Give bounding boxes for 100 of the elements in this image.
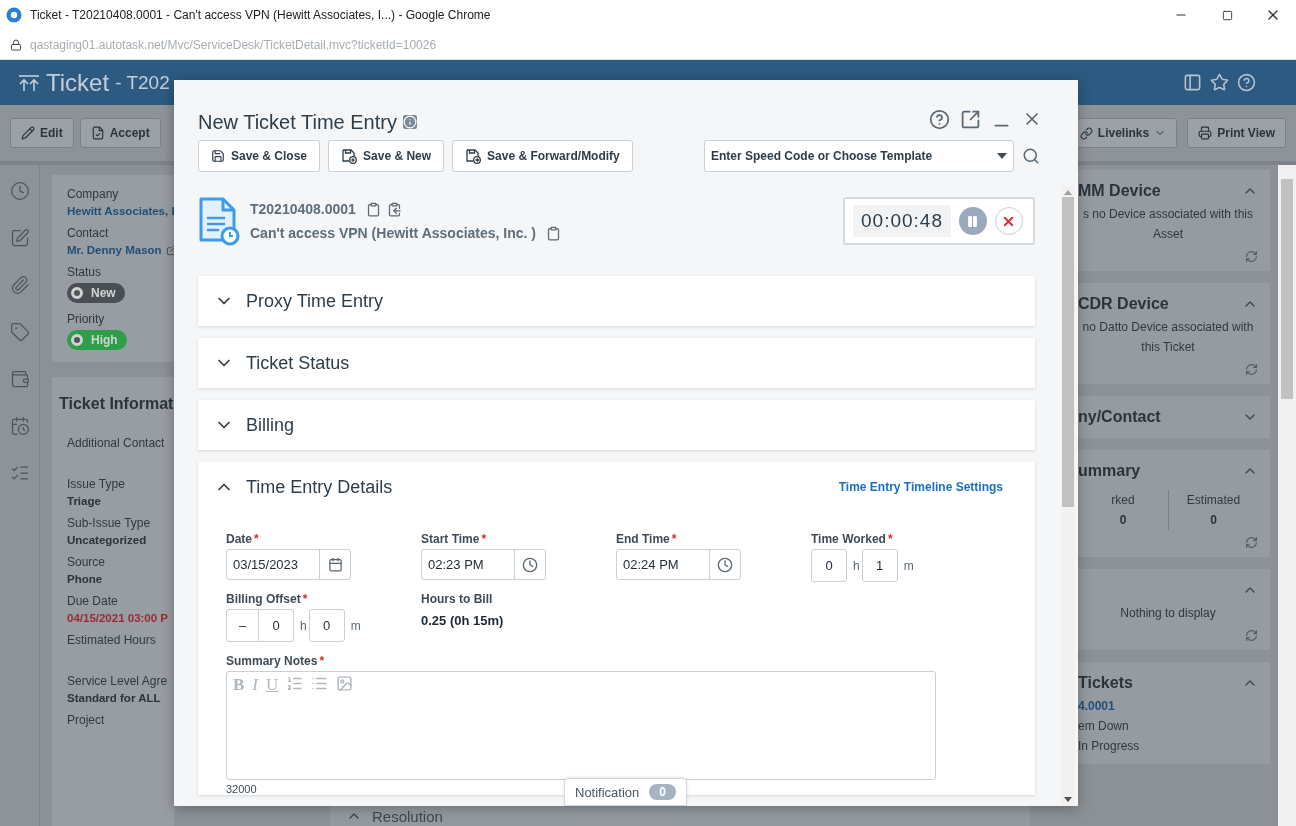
ticket-title: Can't access VPN (Hewitt Associates, Inc. ) [250, 225, 537, 241]
edit-icon[interactable] [9, 228, 30, 248]
field-value: Uncategorized [67, 534, 148, 546]
popout-icon[interactable] [960, 108, 981, 130]
hours-field[interactable]: 0 [259, 609, 294, 642]
time-document-icon [198, 196, 240, 246]
calendar-clock-icon[interactable] [9, 416, 30, 436]
card-title: CDR Device [1078, 295, 1169, 313]
field-value: Phone [67, 573, 104, 585]
search-icon[interactable] [1022, 147, 1040, 165]
info-icon[interactable] [402, 115, 417, 129]
timer-display: 00:00:48 [853, 205, 951, 237]
clipboard-icon[interactable] [365, 201, 381, 217]
refresh-icon[interactable] [1245, 250, 1258, 263]
section-title[interactable]: Ticket Status [246, 352, 350, 374]
card-title: ny/Contact [1078, 408, 1161, 426]
time-field[interactable]: 02:24 PM [616, 549, 741, 580]
paperclip-icon[interactable] [9, 275, 30, 295]
hours-field[interactable]: 0 [811, 549, 847, 582]
template-select[interactable]: Enter Speed Code or Choose Template [704, 140, 1014, 172]
stop-button[interactable] [994, 207, 1023, 235]
toolbar-button[interactable]: Edit [10, 118, 74, 148]
field-label: Issue Type [67, 477, 126, 491]
notification-tab[interactable]: Notification 0 [564, 778, 687, 806]
hours-value: 0.25 (0h 15m) [421, 613, 505, 628]
app-logo-icon [6, 7, 22, 23]
field-label: Priority [67, 312, 106, 326]
refresh-icon[interactable] [1245, 363, 1258, 376]
save-icon [211, 149, 225, 163]
tag-icon[interactable] [9, 322, 30, 342]
field-label: Billing Offset * [226, 592, 309, 606]
field-label: Date * [226, 532, 260, 546]
numbered-list-icon[interactable] [286, 675, 304, 692]
stat-label: Estimated [1186, 492, 1241, 509]
pause-button[interactable] [958, 207, 987, 235]
field-label: Start Time * [421, 532, 488, 546]
save-forward-icon [465, 148, 482, 164]
field-label: Estimated Hours [67, 633, 157, 647]
message-text: Asset [1152, 226, 1184, 243]
settings-link[interactable]: Time Entry Timeline Settings [838, 480, 1003, 494]
minutes-field[interactable]: 0 [308, 609, 345, 642]
card-title: ummary [1078, 462, 1141, 480]
collapse-icon[interactable] [18, 73, 40, 92]
save-plus-icon [341, 148, 358, 164]
clock-icon[interactable] [717, 556, 733, 573]
sign-toggle[interactable]: – [226, 609, 259, 642]
caret-icon [997, 153, 1007, 159]
section-title[interactable]: Time Entry Details [246, 476, 393, 498]
edit-icon[interactable] [165, 244, 174, 256]
time-field[interactable]: 02:23 PM [421, 549, 546, 580]
save-button[interactable]: Save & New [328, 140, 445, 172]
calendar-icon[interactable] [327, 557, 343, 572]
maximize-icon[interactable] [1221, 9, 1233, 21]
ticket-number: T20210408.0001 [250, 201, 356, 217]
clock-icon[interactable] [9, 181, 30, 201]
stat-value: 0 [1210, 512, 1217, 529]
bullet-list-icon[interactable] [311, 675, 329, 692]
toolbar-button[interactable]: Accept [79, 118, 161, 148]
printer-icon [1198, 126, 1213, 140]
card-title: Tickets [1078, 674, 1133, 692]
date-field[interactable]: 03/15/2023 [226, 549, 351, 580]
field-label: Project [67, 713, 106, 727]
panel-icon[interactable] [1183, 73, 1202, 92]
card-title: MM Device [1078, 182, 1161, 200]
ticket-subtitle: - T202 [115, 71, 170, 94]
image-icon[interactable] [336, 675, 354, 692]
field-label: Sub-Issue Type [67, 516, 152, 530]
link-icon [1079, 126, 1093, 140]
field-label: Due Date [67, 594, 119, 608]
field-label: Service Level Agre [67, 674, 169, 688]
save-button[interactable]: Save & Close [198, 140, 321, 172]
count-badge: 0 [649, 784, 676, 800]
refresh-icon[interactable] [1245, 629, 1258, 642]
field-label: Company [67, 187, 120, 201]
scrollbar[interactable] [1278, 165, 1296, 826]
message-text: this Ticket [1140, 339, 1196, 356]
field-label: Summary Notes * [226, 654, 326, 668]
field-label: Time Worked * [811, 532, 894, 546]
save-button[interactable]: Save & Forward/Modify [452, 140, 633, 172]
document-check-icon [90, 126, 105, 140]
clock-icon[interactable] [522, 556, 538, 573]
refresh-icon[interactable] [1245, 536, 1258, 549]
field-label: Hours to Bill [421, 592, 494, 606]
clipboard-link-icon[interactable] [386, 201, 402, 217]
help-icon[interactable] [1237, 73, 1256, 92]
star-icon[interactable] [1210, 73, 1229, 92]
scrollbar[interactable] [1061, 186, 1075, 806]
section-title[interactable]: Billing [246, 414, 295, 436]
page-title: Ticket [46, 68, 110, 97]
clipboard-icon[interactable] [546, 225, 562, 241]
field-label: Status [67, 265, 103, 279]
unit-label: m [350, 618, 361, 633]
help-icon[interactable] [929, 108, 950, 130]
wallet-icon[interactable] [9, 369, 30, 389]
minutes-field[interactable]: 1 [861, 549, 898, 582]
section-title[interactable]: Proxy Time Entry [246, 290, 384, 312]
toolbar-button[interactable]: Print View [1187, 118, 1286, 148]
window-title: Ticket - T20210408.0001 - Can't access VPN (Hewitt Associates, I...) - Google Chrome [30, 8, 492, 22]
field-label: Source [67, 555, 107, 569]
stat-value: 0 [1119, 512, 1127, 529]
